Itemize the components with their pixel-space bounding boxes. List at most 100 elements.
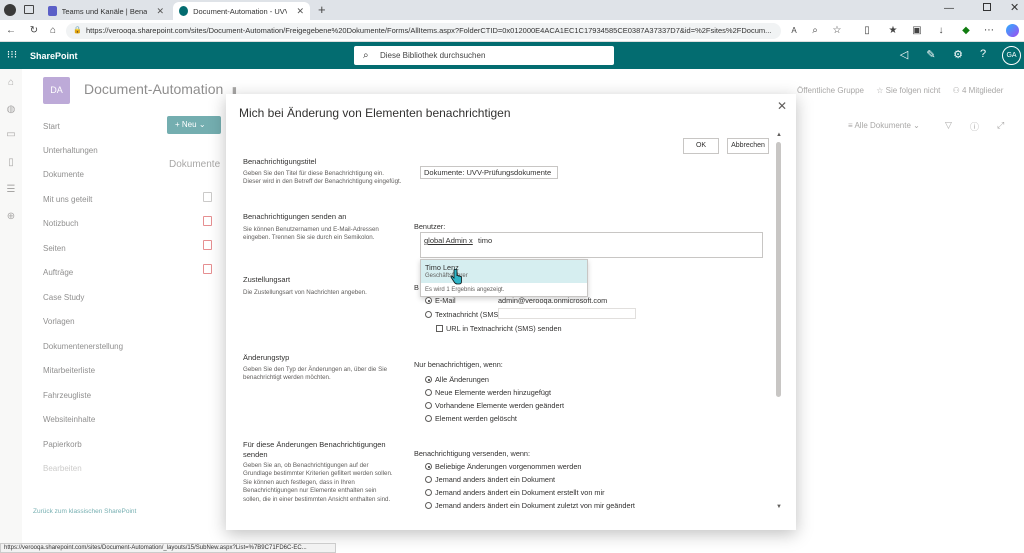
criteria-radio[interactable] <box>425 489 432 496</box>
suite-bar: ⁝⁝⁝ SharePoint ⌕ Diese Bibliothek durchs… <box>0 42 1024 69</box>
read-aloud-icon[interactable]: A <box>787 24 801 38</box>
settings-more-icon[interactable]: ⋯ <box>982 24 996 38</box>
app-launcher-icon[interactable]: ⁝⁝⁝ <box>4 48 20 61</box>
hand-cursor-icon <box>450 269 462 285</box>
section-heading: Benachrichtigungen senden an <box>243 212 347 221</box>
sms-radio[interactable] <box>425 311 432 318</box>
change-type-label: Nur benachrichtigen, wenn: <box>414 360 503 369</box>
user-chip[interactable]: global Admin x <box>424 235 473 247</box>
email-address: admin@verooqa.onmicrosoft.com <box>498 296 608 305</box>
delivery-label: B <box>414 283 419 292</box>
users-label: Benutzer: <box>414 222 446 231</box>
sms-url-checkbox[interactable] <box>436 325 443 332</box>
change-type-radio[interactable] <box>425 415 432 422</box>
section-description: Geben Sie an, ob Benachrichtigungen auf … <box>243 462 393 503</box>
ok-button[interactable]: OK <box>683 138 719 154</box>
search-icon: ⌕ <box>363 50 369 61</box>
criteria-label: Benachrichtigung versenden, wenn: <box>414 449 531 458</box>
help-icon[interactable]: ? <box>975 48 991 60</box>
criteria-option[interactable]: Jemand anders ändert ein Dokument erstel… <box>435 488 605 497</box>
tab-label: Teams und Kanäle | Benachrichtig <box>61 6 148 16</box>
gear-icon[interactable]: ⚙ <box>950 48 966 61</box>
tab-teams[interactable]: Teams und Kanäle | Benachrichtig ✕ <box>42 2 170 20</box>
alert-dialog: Mich bei Änderung von Elementen benachri… <box>226 94 796 530</box>
scrollbar-thumb[interactable] <box>776 142 781 397</box>
sharepoint-brand[interactable]: SharePoint <box>30 51 78 61</box>
criteria-option[interactable]: Beliebige Änderungen vorgenommen werden <box>435 462 581 471</box>
profile-icon[interactable] <box>4 4 16 16</box>
close-icon[interactable]: ✕ <box>156 6 164 17</box>
section-heading: Benachrichtigungstitel <box>243 157 317 166</box>
sms-number-field[interactable] <box>498 308 636 319</box>
typed-text: timo <box>478 236 493 245</box>
zoom-icon[interactable]: ⌕ <box>808 24 822 38</box>
favorite-icon[interactable]: ☆ <box>830 24 844 38</box>
suggestion-count: Es wird 1 Ergebnis angezeigt. <box>425 287 505 293</box>
change-type-radio[interactable] <box>425 376 432 383</box>
status-url: https://verooqa.sharepoint.com/sites/Doc… <box>0 543 336 553</box>
dialog-scrollbar[interactable]: ▲ ▼ <box>775 132 783 513</box>
chip-label: global Admin <box>424 236 467 245</box>
browser-tab-bar: Teams und Kanäle | Benachrichtig ✕ Docum… <box>0 0 1024 20</box>
cancel-button[interactable]: Abbrechen <box>727 138 769 154</box>
email-radio[interactable] <box>425 297 432 304</box>
avatar[interactable]: GA <box>1002 46 1021 65</box>
section-description: Die Zustellungsart von Nachrichten angeb… <box>243 289 367 296</box>
extensions-icon[interactable]: ◆ <box>959 24 973 38</box>
chip-remove-icon[interactable]: x <box>469 236 473 245</box>
sms-label: Textnachricht (SMS) <box>435 310 501 319</box>
feedback-icon[interactable]: ✎ <box>923 48 939 61</box>
new-tab-icon[interactable]: + <box>318 2 326 17</box>
search-placeholder: Diese Bibliothek durchsuchen <box>380 51 486 60</box>
tab-sharepoint[interactable]: Document-Automation - UVV-Pr ✕ <box>173 2 310 20</box>
tab-label: Document-Automation - UVV-Pr <box>193 6 288 16</box>
suggestion-item[interactable]: Timo Lenz Geschäftsführer <box>421 260 587 283</box>
change-type-radio[interactable] <box>425 402 432 409</box>
scroll-up-icon[interactable]: ▲ <box>776 132 782 138</box>
sms-url-label: URL in Textnachricht (SMS) senden <box>446 324 562 333</box>
criteria-radio[interactable] <box>425 502 432 509</box>
criteria-option[interactable]: Jemand anders ändert ein Dokument <box>435 475 555 484</box>
copilot-icon[interactable] <box>1006 24 1019 37</box>
maximize-icon[interactable] <box>983 3 991 11</box>
people-suggestion-list: Timo Lenz Geschäftsführer Es wird 1 Erge… <box>420 259 588 297</box>
change-type-option[interactable]: Vorhandene Elemente werden geändert <box>435 401 564 410</box>
change-type-radio[interactable] <box>425 389 432 396</box>
teams-icon <box>48 6 57 16</box>
back-icon[interactable]: ← <box>4 24 18 38</box>
alert-title-field[interactable]: Dokumente: UVV-Prüfungsdokumente <box>420 166 558 179</box>
criteria-radio[interactable] <box>425 476 432 483</box>
refresh-icon[interactable]: ↻ <box>27 24 41 38</box>
sharepoint-icon <box>179 6 189 16</box>
users-field[interactable]: global Admin x timo <box>420 232 763 258</box>
section-heading: Für diese Änderungen Benachrichtigungen … <box>243 440 386 459</box>
change-type-option[interactable]: Alle Änderungen <box>435 375 489 384</box>
megaphone-icon[interactable]: ◁ <box>896 48 912 61</box>
change-type-option[interactable]: Neue Elemente werden hinzugefügt <box>435 388 551 397</box>
section-heading: Zustellungsart <box>243 275 291 284</box>
dialog-title: Mich bei Änderung von Elementen benachri… <box>239 106 511 120</box>
section-description: Geben Sie den Titel für diese Benachrich… <box>243 170 402 186</box>
close-icon[interactable]: ✕ <box>777 99 787 113</box>
section-description: Sie können Benutzernamen und E-Mail-Adre… <box>243 226 379 242</box>
minimize-icon[interactable]: — <box>944 3 954 14</box>
criteria-radio[interactable] <box>425 463 432 470</box>
url-field[interactable]: 🔒 https://verooqa.sharepoint.com/sites/D… <box>66 23 781 39</box>
collections-icon[interactable]: ▣ <box>910 24 924 38</box>
criteria-option[interactable]: Jemand anders ändert ein Dokument zuletz… <box>435 501 635 510</box>
home-icon[interactable]: ⌂ <box>46 24 60 38</box>
lock-icon: 🔒 <box>73 27 82 34</box>
favorites-bar-icon[interactable]: ★ <box>886 24 900 38</box>
search-input[interactable]: ⌕ Diese Bibliothek durchsuchen <box>354 46 614 65</box>
browser-address-bar: ← ↻ ⌂ 🔒 https://verooqa.sharepoint.com/s… <box>0 20 1024 42</box>
change-type-option[interactable]: Element werden gelöscht <box>435 414 517 423</box>
split-screen-icon[interactable]: ▯ <box>860 24 874 38</box>
section-description: Geben Sie den Typ der Änderungen an, übe… <box>243 366 388 382</box>
url-text: https://verooqa.sharepoint.com/sites/Doc… <box>86 26 772 35</box>
section-heading: Änderungstyp <box>243 353 290 362</box>
close-window-icon[interactable]: ✕ <box>1010 1 1019 14</box>
close-icon[interactable]: ✕ <box>296 6 304 17</box>
workspaces-icon[interactable] <box>24 5 34 14</box>
scroll-down-icon[interactable]: ▼ <box>776 504 782 510</box>
download-icon[interactable]: ↓ <box>934 24 948 38</box>
